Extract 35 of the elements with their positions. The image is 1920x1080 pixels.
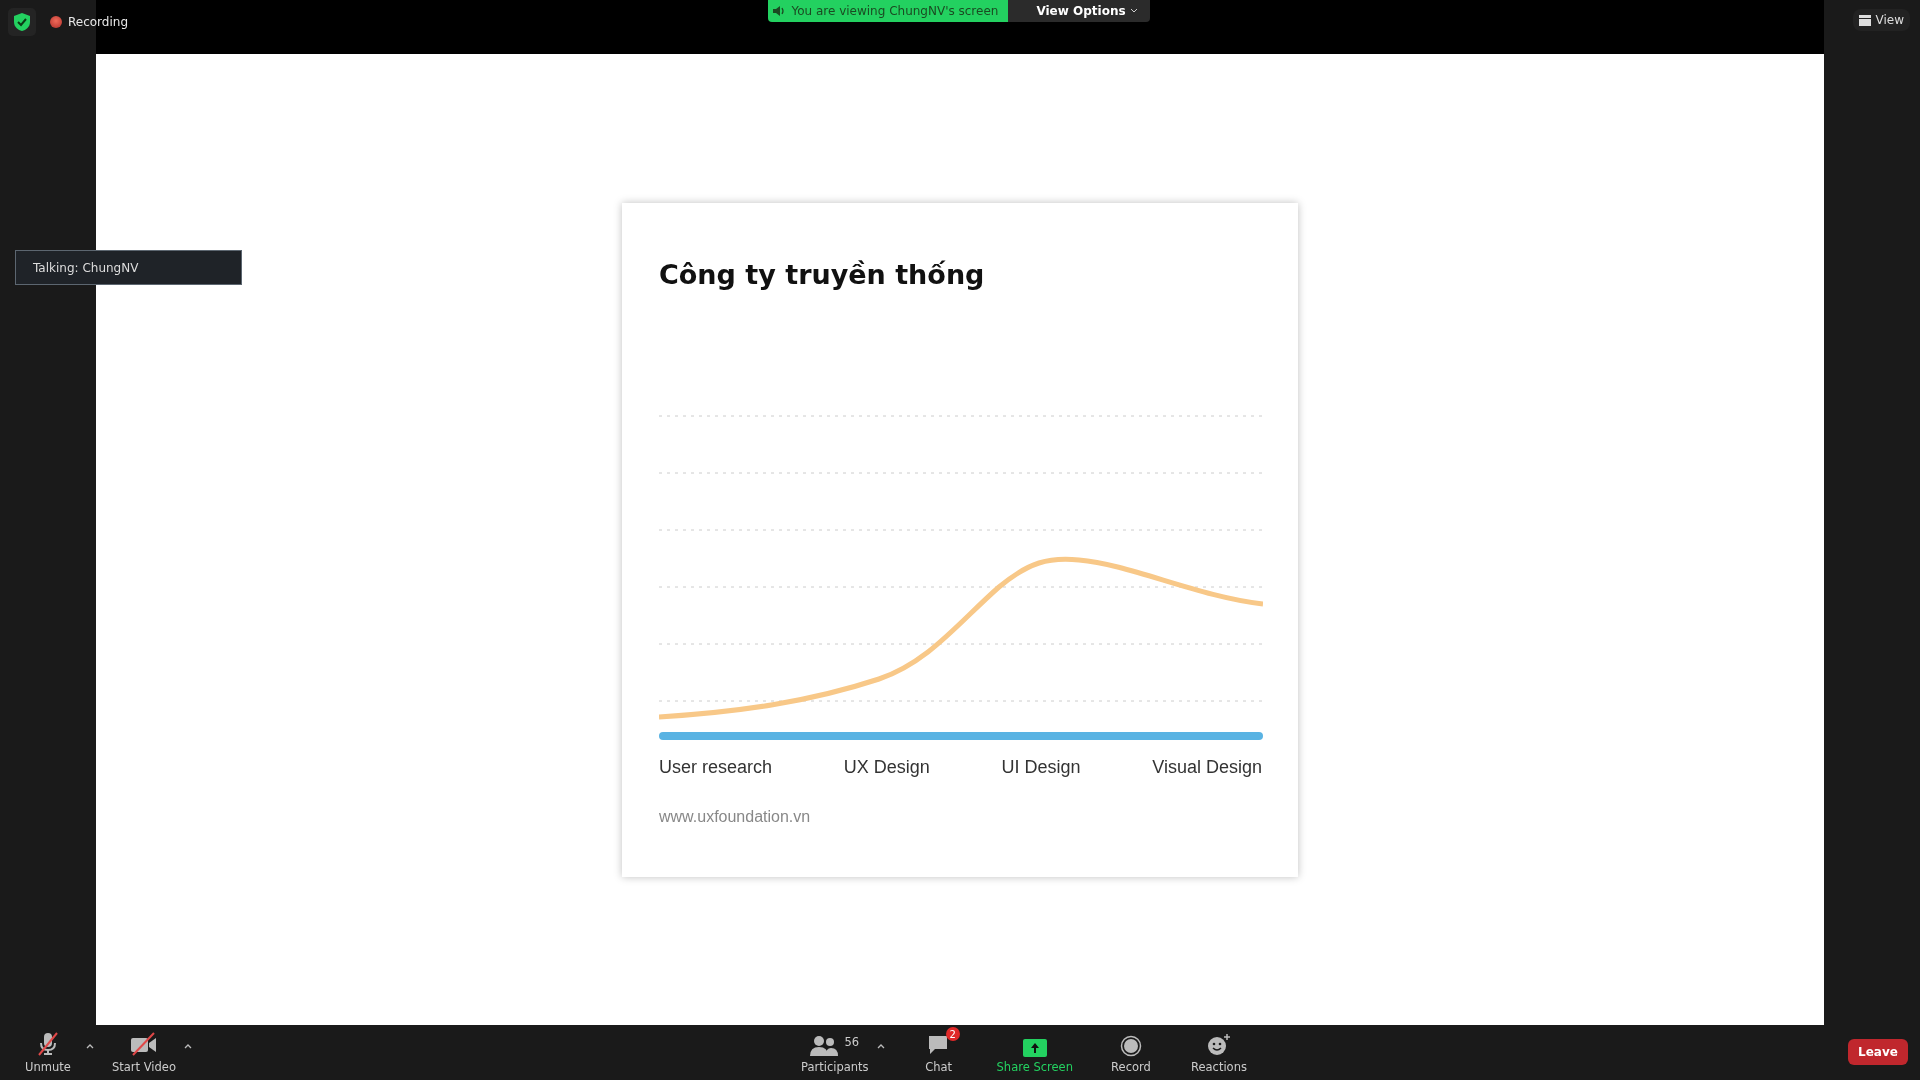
caret-icon xyxy=(86,1043,94,1049)
microphone-icon xyxy=(35,1031,61,1057)
share-screen-icon xyxy=(1022,1039,1047,1057)
caret-icon xyxy=(183,1043,192,1049)
reactions-button[interactable]: Reactions xyxy=(1182,1025,1255,1080)
unread-badge: 2 xyxy=(945,1027,960,1041)
caret-icon xyxy=(876,1043,885,1049)
view-options-button[interactable]: View Options xyxy=(1008,0,1150,22)
video-camera-icon xyxy=(129,1031,159,1057)
grid-icon xyxy=(1858,14,1871,26)
participants-button[interactable]: 56 Participants xyxy=(795,1025,875,1080)
participant-count: 56 xyxy=(844,1035,860,1049)
share-button[interactable]: Share Screen xyxy=(990,1025,1079,1080)
shield-icon[interactable] xyxy=(8,8,36,36)
viewing-banner: You are viewing ChungNV's screen xyxy=(768,0,1009,22)
record-icon xyxy=(1119,1035,1142,1057)
talking-tooltip: Talking: ChungNV xyxy=(15,250,242,285)
axis-label: User research xyxy=(659,756,773,778)
axis-label: Visual Design xyxy=(1152,756,1262,778)
axis-label: UI Design xyxy=(1001,756,1081,778)
leave-button[interactable]: Leave xyxy=(1848,1039,1908,1065)
speaker-icon xyxy=(772,5,787,17)
mic-button[interactable]: Unmute xyxy=(12,1025,84,1080)
chevron-icon xyxy=(1129,8,1138,14)
recording-label: Recording xyxy=(68,15,129,29)
record-button[interactable]: Record xyxy=(1094,1025,1167,1080)
recording-dot-icon xyxy=(50,16,62,28)
people-icon xyxy=(810,1035,839,1057)
axis-label: UX Design xyxy=(843,756,930,778)
website-url: www.uxfoundation.vn xyxy=(659,807,811,826)
view-button[interactable]: View xyxy=(1852,9,1910,31)
smiley-icon xyxy=(1206,1033,1231,1057)
chat-button[interactable]: 2 Chat xyxy=(902,1025,975,1080)
video-button[interactable]: Start Video xyxy=(106,1025,182,1080)
slide-title: Công ty truyền thống xyxy=(659,258,985,290)
